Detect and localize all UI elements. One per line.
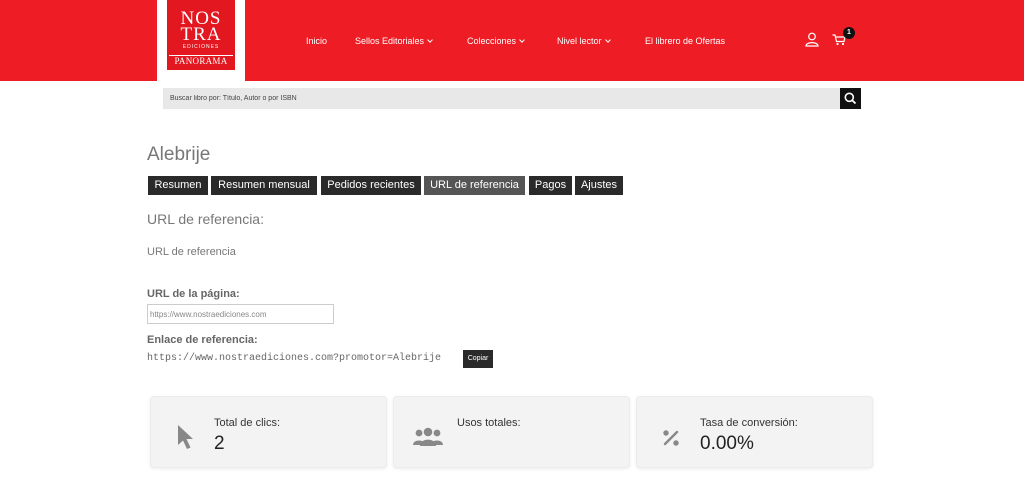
- nav-item-label: Inicio: [306, 36, 328, 46]
- stat-label: Total de clics:: [214, 417, 281, 429]
- cart-count-badge: 1: [843, 27, 855, 39]
- page-title: Alebrije: [147, 144, 211, 165]
- search-bar: [163, 88, 840, 109]
- tab-url-de-referencia[interactable]: URL de referencia: [424, 176, 525, 195]
- tab-pagos[interactable]: Pagos: [529, 176, 572, 195]
- users-icon: [413, 427, 443, 446]
- stat-card-clicks: Total de clics: 2: [150, 396, 387, 468]
- nav-item-colecciones[interactable]: Colecciones: [467, 34, 525, 48]
- tab-ajustes[interactable]: Ajustes: [575, 176, 623, 195]
- stat-card-uses: Usos totales:: [393, 396, 630, 468]
- referral-link-value: https://www.nostraediciones.com?promotor…: [147, 353, 442, 364]
- nav-item-label: El librero de Ofertas: [645, 36, 726, 46]
- search-input[interactable]: [163, 88, 840, 109]
- nav-item-sellos-editoriales[interactable]: Sellos Editoriales: [355, 34, 433, 48]
- chevron-down-icon: [427, 37, 433, 43]
- stat-label: Usos totales:: [457, 417, 521, 429]
- search-icon: [844, 92, 857, 105]
- nav-item-nivel-lector[interactable]: Nivel lector: [557, 34, 611, 48]
- tab-resumen-mensual[interactable]: Resumen mensual: [211, 176, 317, 195]
- logo-text-panorama: PANORAMA: [169, 55, 233, 66]
- copy-button[interactable]: Copiar: [463, 350, 493, 368]
- stat-value: 2: [214, 433, 225, 454]
- stat-value: 0.00%: [700, 433, 754, 454]
- nav-item-label: Nivel lector: [557, 36, 602, 46]
- referral-link-label: Enlace de referencia:: [147, 334, 258, 346]
- chevron-down-icon: [519, 37, 525, 43]
- nav-item-label: Colecciones: [467, 36, 517, 46]
- search-button[interactable]: [840, 88, 861, 109]
- page-url-label: URL de la página:: [147, 288, 240, 300]
- cursor-icon: [178, 425, 193, 449]
- page-url-field[interactable]: [147, 304, 334, 324]
- nav-item-inicio[interactable]: Inicio: [306, 34, 327, 48]
- nav-item-librero-ofertas[interactable]: El librero de Ofertas: [645, 34, 725, 48]
- nav-item-label: Sellos Editoriales: [355, 36, 425, 46]
- tab-resumen[interactable]: Resumen: [148, 176, 208, 195]
- section-title: URL de referencia:: [147, 211, 264, 227]
- main-nav: Inicio Sellos Editoriales Colecciones Ni…: [0, 34, 1024, 48]
- tab-pedidos-recientes[interactable]: Pedidos recientes: [321, 176, 421, 195]
- section-subtitle: URL de referencia: [147, 246, 236, 258]
- stat-label: Tasa de conversión:: [700, 417, 798, 429]
- percent-icon: [663, 430, 679, 446]
- chevron-down-icon: [604, 37, 611, 43]
- stat-card-conversion: Tasa de conversión: 0.00%: [636, 396, 873, 468]
- user-icon[interactable]: [805, 32, 819, 47]
- site-header: NOS TRA EDICIONES PANORAMA Inicio Sellos…: [0, 0, 1024, 81]
